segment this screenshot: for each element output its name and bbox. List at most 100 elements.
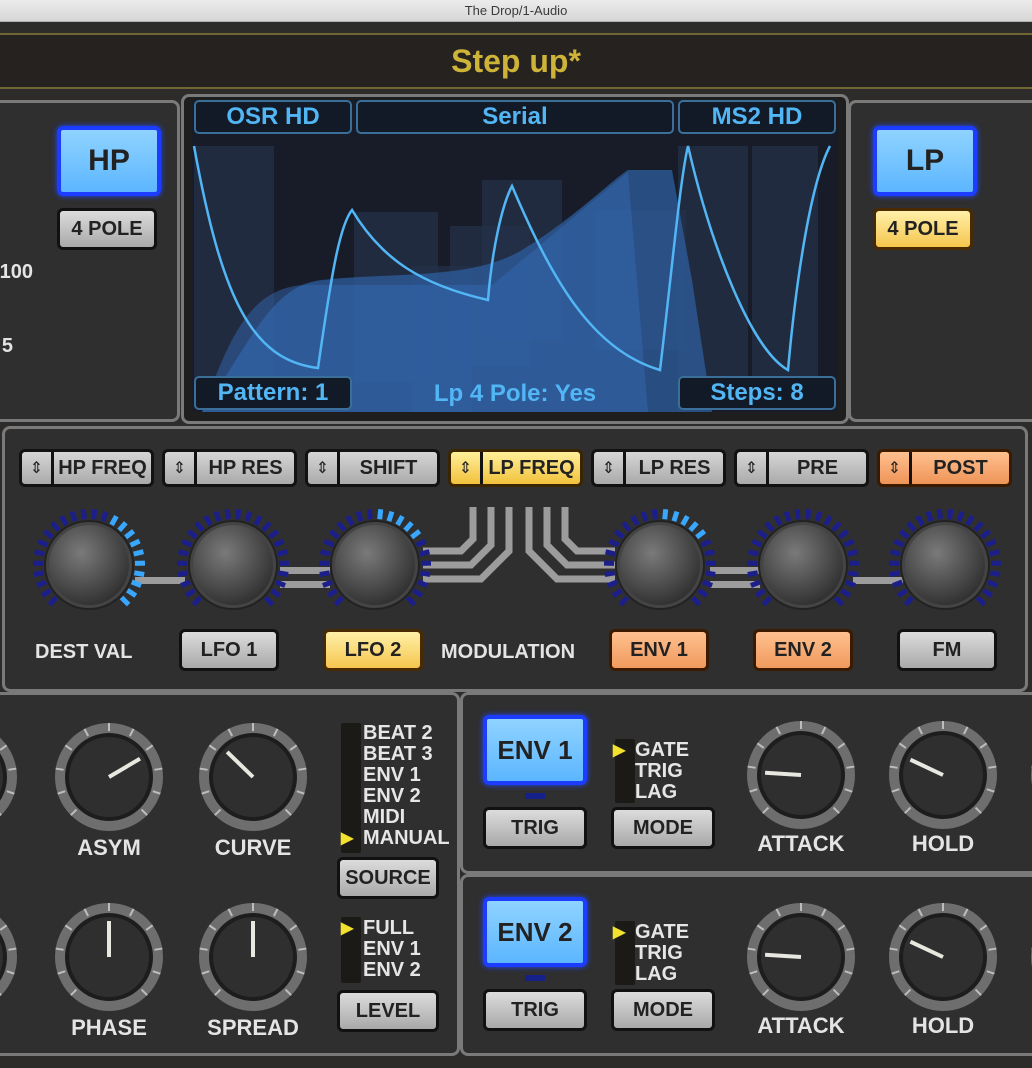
routing-button[interactable]: Serial xyxy=(356,100,674,134)
cycle-arrows-icon[interactable]: ⇕ xyxy=(594,452,626,484)
destination-label: SHIFT xyxy=(359,457,418,479)
knob-tick xyxy=(55,767,64,771)
source-button[interactable]: SOURCE xyxy=(337,857,439,899)
mod-knob-env2[interactable] xyxy=(743,505,863,625)
env2-mode-option[interactable]: LAG xyxy=(611,964,689,985)
lp-filter-panel: LP 4 POLE xyxy=(848,100,1032,422)
env2-select-button[interactable]: ENV 2 xyxy=(483,897,587,967)
hp-filter-button[interactable]: HP xyxy=(57,126,161,196)
knob-cap xyxy=(763,525,843,605)
lp-4-pole-button[interactable]: 4 POLE xyxy=(873,208,973,250)
knob-led-segment xyxy=(224,509,231,520)
knob-led-segment xyxy=(618,595,630,607)
lfo-knob-partial[interactable] xyxy=(0,899,21,1015)
env2-knob-partial[interactable] xyxy=(1027,899,1032,1015)
knob-led-segment xyxy=(823,514,833,527)
env1-mode-button[interactable]: MODE xyxy=(611,807,715,849)
env1-knob-hold[interactable] xyxy=(885,717,1001,833)
env2-knob-hold[interactable] xyxy=(885,899,1001,1015)
cycle-arrows-icon[interactable]: ⇕ xyxy=(22,452,54,484)
knob-led-segment xyxy=(277,570,289,577)
lfo-knob-phase[interactable] xyxy=(51,899,167,1015)
env2-knob-attack[interactable] xyxy=(743,899,859,1015)
right-mode-button[interactable]: MS2 HD xyxy=(678,100,836,134)
env2-trig-button[interactable]: TRIG xyxy=(483,989,587,1031)
env2-mode-option[interactable]: ▶ GATE xyxy=(611,922,689,943)
env2-mode-option[interactable]: TRIG xyxy=(611,943,689,964)
lp-filter-button[interactable]: LP xyxy=(873,126,977,196)
lfo-knob-partial[interactable] xyxy=(0,719,21,835)
env1-knob-attack[interactable] xyxy=(743,717,859,833)
lfo-knob-curve[interactable] xyxy=(195,719,311,835)
mod-destination-lp-freq[interactable]: ⇕ LP FREQ xyxy=(448,449,583,487)
source-option[interactable]: BEAT 3 xyxy=(339,744,450,765)
knob-led-segment xyxy=(751,538,763,548)
env1-mode-option[interactable]: TRIG xyxy=(611,761,689,782)
cycle-arrows-icon[interactable]: ⇕ xyxy=(880,452,912,484)
hp-4-pole-button[interactable]: 4 POLE xyxy=(57,208,157,250)
env2-mode-button[interactable]: MODE xyxy=(611,989,715,1031)
filter-response-graph xyxy=(192,145,832,412)
knob-led-segment xyxy=(124,529,136,540)
source-option[interactable]: ENV 2 xyxy=(339,786,450,807)
mod-source-lfo-2[interactable]: LFO 2 xyxy=(323,629,423,671)
knob-led-segment xyxy=(898,529,910,540)
mod-destination-lp-res[interactable]: ⇕ LP RES xyxy=(591,449,726,487)
knob-led-segment xyxy=(320,549,331,557)
source-option[interactable]: MIDI xyxy=(339,807,450,828)
mod-destination-shift[interactable]: ⇕ SHIFT xyxy=(305,449,440,487)
source-option-label: ENV 2 xyxy=(363,785,421,807)
mod-source-fm[interactable]: FM xyxy=(897,629,997,671)
mod-source-env-2[interactable]: ENV 2 xyxy=(753,629,853,671)
pattern-button[interactable]: Pattern: 1 xyxy=(194,376,352,410)
cycle-arrows-icon[interactable]: ⇕ xyxy=(737,452,769,484)
source-option[interactable]: ▶ MANUAL xyxy=(339,828,450,849)
mod-knob-dest-val[interactable] xyxy=(29,505,149,625)
env1-mode-options: ▶ GATE TRIG LAG xyxy=(611,740,689,803)
mod-knob-fm[interactable] xyxy=(885,505,1005,625)
knob-led-segment xyxy=(274,579,287,588)
knob-led-segment xyxy=(277,549,288,557)
env1-mode-option[interactable]: LAG xyxy=(611,782,689,803)
mod-source-lfo-1[interactable]: LFO 1 xyxy=(179,629,279,671)
knob-led-segment xyxy=(47,595,59,607)
preset-bar[interactable]: Step up* xyxy=(0,33,1032,89)
left-mode-button[interactable]: OSR HD xyxy=(194,100,352,134)
led-off-icon xyxy=(341,747,357,763)
source-option[interactable]: ENV 1 xyxy=(339,765,450,786)
env1-knob-partial[interactable] xyxy=(1027,717,1032,833)
mod-destination-hp-freq[interactable]: ⇕ HP FREQ xyxy=(19,449,154,487)
mod-destination-hp-res[interactable]: ⇕ HP RES xyxy=(162,449,297,487)
mod-source-env-1[interactable]: ENV 1 xyxy=(609,629,709,671)
env2-knob-label: HOLD xyxy=(911,1013,975,1038)
level-option[interactable]: ▶ FULL xyxy=(339,918,421,939)
knob-tick xyxy=(8,767,17,771)
knob-led-segment xyxy=(701,579,714,588)
knob-led-segment xyxy=(965,514,975,527)
mod-knob-env1[interactable] xyxy=(600,505,720,625)
mod-destination-pre[interactable]: ⇕ PRE xyxy=(734,449,869,487)
steps-button[interactable]: Steps: 8 xyxy=(678,376,836,410)
level-option[interactable]: ENV 1 xyxy=(339,939,421,960)
modulation-routing-graphic xyxy=(423,507,615,583)
env1-mode-option[interactable]: ▶ GATE xyxy=(611,740,689,761)
mod-knob-lfo1[interactable] xyxy=(173,505,293,625)
lfo-knob-spread[interactable] xyxy=(195,899,311,1015)
hp-filter-panel: HP 4 POLE 100 5 xyxy=(0,100,180,422)
knob-led-segment xyxy=(323,538,335,548)
mod-destination-post[interactable]: ⇕ POST xyxy=(877,449,1012,487)
env1-trig-button[interactable]: TRIG xyxy=(483,807,587,849)
knob-led-segment xyxy=(903,595,915,607)
knob-cap xyxy=(335,525,415,605)
cycle-arrows-icon[interactable]: ⇕ xyxy=(308,452,340,484)
mod-knob-lfo2[interactable] xyxy=(315,505,435,625)
cycle-arrows-icon[interactable]: ⇕ xyxy=(451,452,483,484)
lfo-knob-asym[interactable] xyxy=(51,719,167,835)
cycle-arrows-icon[interactable]: ⇕ xyxy=(165,452,197,484)
selected-arrow-icon: ▶ xyxy=(341,920,354,937)
level-option[interactable]: ENV 2 xyxy=(339,960,421,981)
preset-name[interactable]: Step up* xyxy=(0,43,1032,80)
env1-select-button[interactable]: ENV 1 xyxy=(483,715,587,785)
level-button[interactable]: LEVEL xyxy=(337,990,439,1032)
source-option[interactable]: BEAT 2 xyxy=(339,723,450,744)
